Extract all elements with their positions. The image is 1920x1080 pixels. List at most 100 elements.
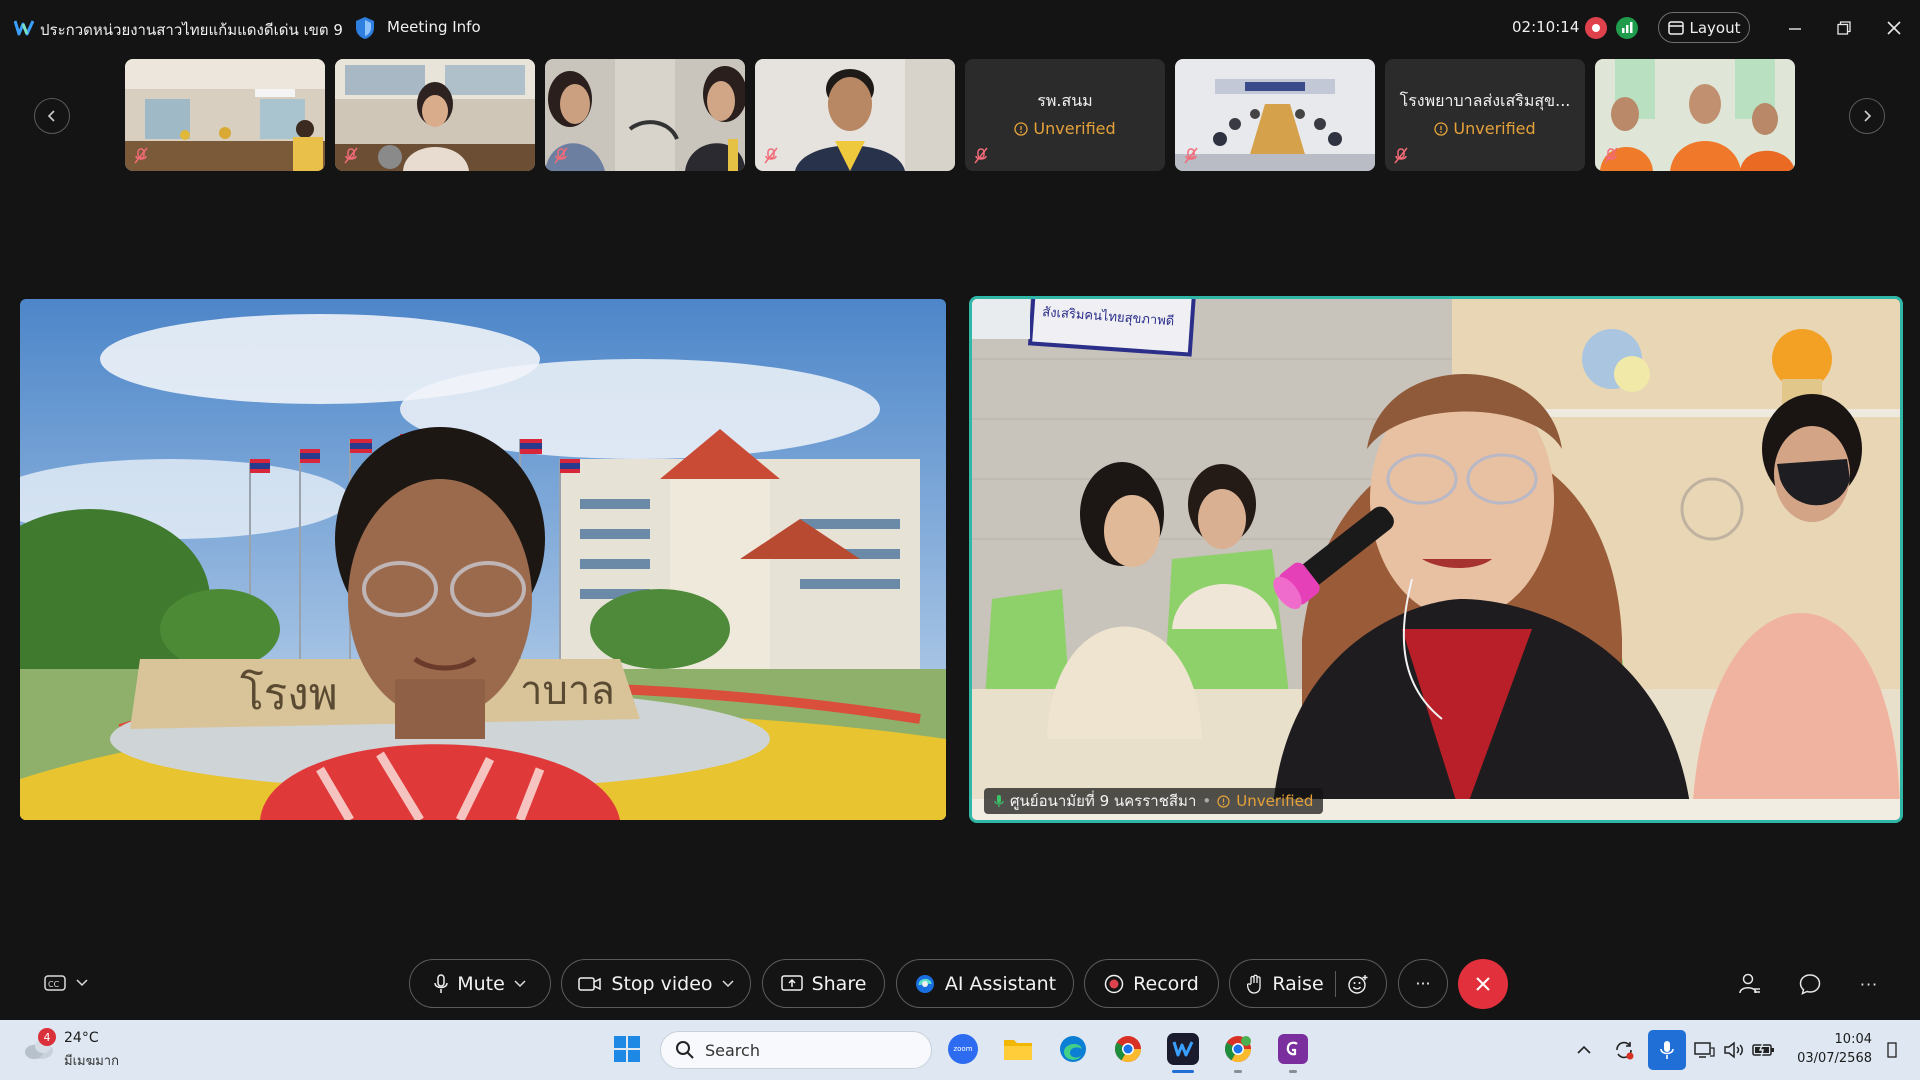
file-explorer-icon[interactable] bbox=[1001, 1032, 1035, 1066]
stop-video-button[interactable]: Stop video bbox=[561, 959, 751, 1008]
participant-thumbnail[interactable] bbox=[1175, 59, 1375, 171]
minimize-icon[interactable] bbox=[1781, 14, 1809, 42]
svg-text:โรงพ: โรงพ bbox=[240, 669, 338, 720]
sync-icon[interactable] bbox=[1612, 1038, 1636, 1062]
unverified-label: Unverified bbox=[1236, 792, 1314, 810]
info-circle-icon bbox=[1014, 122, 1028, 136]
chat-button[interactable] bbox=[1796, 970, 1824, 998]
ai-assistant-label: AI Assistant bbox=[944, 972, 1057, 995]
muted-icon bbox=[1604, 147, 1618, 164]
closed-captions-button[interactable]: CC bbox=[44, 970, 104, 996]
participant-video bbox=[545, 59, 745, 171]
divider bbox=[1334, 970, 1336, 997]
search-icon bbox=[676, 1041, 694, 1059]
participants-button[interactable] bbox=[1736, 970, 1764, 998]
notifications-icon[interactable] bbox=[1880, 1038, 1904, 1062]
unverified-label: Unverified bbox=[1453, 119, 1536, 138]
participant-video bbox=[755, 59, 955, 171]
chrome-profile-icon[interactable] bbox=[1221, 1032, 1255, 1066]
ai-assistant-button[interactable]: AI Assistant bbox=[896, 959, 1074, 1008]
title-bar: ประกวดหน่วยงานสาวไทยแก้มแดงดีเด่น เขต 9 … bbox=[0, 0, 1920, 56]
participant-thumbnail[interactable]: รพ.สนม Unverified bbox=[965, 59, 1165, 171]
record-label: Record bbox=[1133, 972, 1199, 995]
muted-icon bbox=[764, 147, 778, 164]
system-clock[interactable]: 10:04 03/07/2568 bbox=[1790, 1030, 1872, 1068]
clock-date: 03/07/2568 bbox=[1797, 1051, 1872, 1066]
restore-icon[interactable] bbox=[1830, 14, 1858, 42]
muted-icon bbox=[1394, 147, 1408, 164]
network-signal-icon[interactable] bbox=[1616, 17, 1638, 39]
ai-assistant-icon bbox=[915, 974, 934, 993]
shield-icon[interactable] bbox=[354, 16, 376, 40]
scroll-left-button[interactable] bbox=[34, 98, 70, 134]
share-screen-icon bbox=[780, 974, 803, 991]
meeting-title: ประกวดหน่วยงานสาวไทยแก้มแดงดีเด่น เขต 9 bbox=[40, 21, 343, 39]
layout-button[interactable]: Layout bbox=[1658, 12, 1750, 43]
raise-hand-button[interactable]: Raise bbox=[1229, 959, 1387, 1008]
reactions-icon[interactable] bbox=[1347, 973, 1369, 995]
temperature[interactable]: 24°C bbox=[64, 1030, 99, 1046]
meeting-info-link[interactable]: Meeting Info bbox=[387, 18, 481, 36]
battery-charging-icon[interactable] bbox=[1752, 1038, 1776, 1062]
running-app-indicator bbox=[1289, 1070, 1297, 1073]
muted-icon bbox=[1184, 147, 1198, 164]
unverified-badge: Unverified bbox=[965, 119, 1165, 138]
record-icon bbox=[1104, 974, 1124, 993]
webex-app-icon[interactable] bbox=[1166, 1032, 1200, 1066]
chat-icon bbox=[1799, 974, 1821, 995]
close-icon[interactable] bbox=[1880, 14, 1908, 42]
chevron-down-icon[interactable] bbox=[722, 979, 734, 988]
taskbar-search-input[interactable]: Search bbox=[660, 1031, 932, 1069]
zoom-logo: zoom bbox=[948, 1034, 978, 1064]
record-button[interactable]: Record bbox=[1084, 959, 1219, 1008]
chevron-right-icon bbox=[1864, 110, 1872, 122]
running-app-indicator bbox=[1234, 1070, 1242, 1073]
participant-thumbnail[interactable] bbox=[545, 59, 745, 171]
zoom-app-icon[interactable]: zoom bbox=[946, 1032, 980, 1066]
participant-thumbnail[interactable] bbox=[125, 59, 325, 171]
raise-label: Raise bbox=[1272, 972, 1324, 995]
active-app-indicator bbox=[1172, 1070, 1194, 1073]
participant-video bbox=[335, 59, 535, 171]
participant-video-main-left[interactable]: โรงพ าบาล bbox=[20, 299, 946, 820]
participant-video bbox=[1175, 59, 1375, 171]
meeting-timer: 02:10:14 bbox=[1512, 18, 1580, 36]
participants-icon bbox=[1739, 973, 1760, 994]
end-call-button[interactable] bbox=[1458, 959, 1508, 1009]
scroll-right-button[interactable] bbox=[1849, 98, 1885, 134]
more-options-label: ··· bbox=[1415, 974, 1431, 993]
more-panels-button[interactable]: ··· bbox=[1855, 970, 1883, 998]
pdf-app-icon[interactable] bbox=[1276, 1032, 1310, 1066]
volume-icon[interactable] bbox=[1722, 1038, 1746, 1062]
mute-button[interactable]: Mute bbox=[409, 959, 551, 1008]
chevron-down-icon bbox=[76, 979, 88, 987]
windows-start-icon[interactable] bbox=[610, 1032, 644, 1066]
hand-icon bbox=[1247, 974, 1261, 994]
chevron-down-icon[interactable] bbox=[514, 979, 526, 988]
participant-thumbnail[interactable] bbox=[755, 59, 955, 171]
participant-name: โรงพยาบาลส่งเสริมสุข... bbox=[1399, 91, 1571, 110]
muted-icon bbox=[134, 147, 148, 164]
weather-condition[interactable]: มีเมฆมาก bbox=[64, 1050, 119, 1071]
share-button[interactable]: Share bbox=[762, 959, 885, 1008]
show-hidden-icons-chevron-up-icon[interactable] bbox=[1572, 1038, 1596, 1062]
webex-logo-icon bbox=[14, 20, 34, 36]
microphone-in-use-icon[interactable] bbox=[1648, 1030, 1686, 1070]
more-options-button[interactable]: ··· bbox=[1398, 959, 1448, 1008]
weather-alert-badge: 4 bbox=[38, 1028, 56, 1046]
network-icon[interactable] bbox=[1692, 1038, 1716, 1062]
edge-browser-icon[interactable] bbox=[1056, 1032, 1090, 1066]
participant-thumbnail[interactable] bbox=[335, 59, 535, 171]
chrome-browser-icon[interactable] bbox=[1111, 1032, 1145, 1066]
participant-thumbnail[interactable] bbox=[1595, 59, 1795, 171]
svg-text:าบาล: าบาล bbox=[520, 668, 615, 714]
share-label: Share bbox=[811, 972, 867, 995]
participant-thumbnail[interactable]: โรงพยาบาลส่งเสริมสุข... Unverified bbox=[1385, 59, 1585, 171]
video-feed: โรงพ าบาล bbox=[20, 299, 946, 820]
clock-time: 10:04 bbox=[1834, 1032, 1872, 1047]
info-circle-icon bbox=[1434, 122, 1448, 136]
muted-icon bbox=[974, 147, 988, 164]
mute-label: Mute bbox=[457, 972, 505, 995]
participant-video-main-right[interactable]: สังเสริมคนไทยสุขภาพดี ศูนย์อนามัยที่ 9 น… bbox=[969, 296, 1903, 823]
recording-indicator-icon bbox=[1585, 17, 1607, 39]
